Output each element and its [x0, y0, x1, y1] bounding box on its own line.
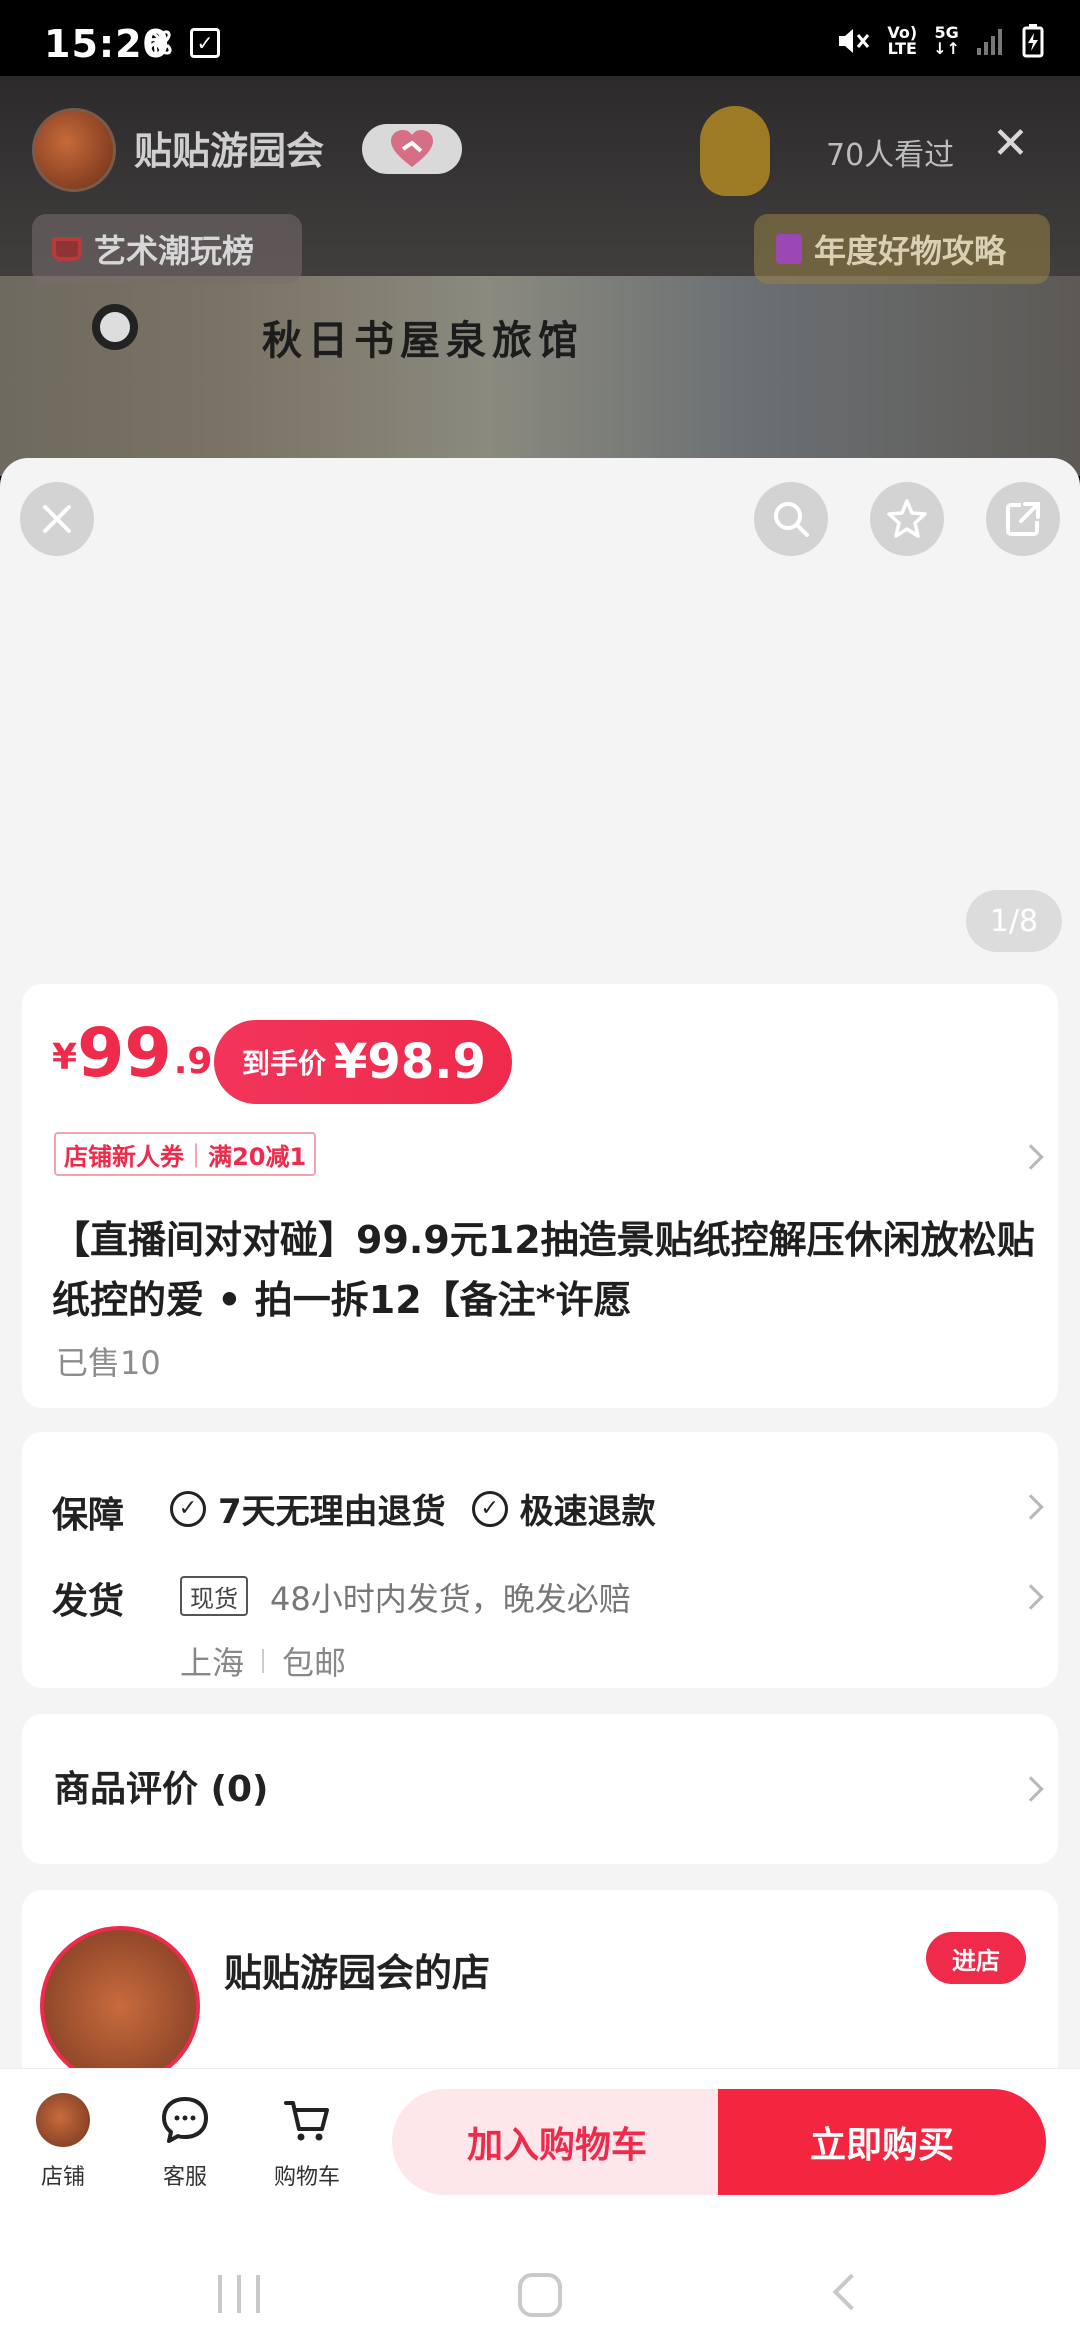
status-left-icons: ✓	[142, 26, 220, 60]
star-icon	[887, 499, 927, 538]
reviews-card[interactable]: 商品评价 (0)	[22, 1714, 1058, 1864]
final-price-label: 到手价	[242, 1047, 327, 1080]
bag-badge-icon	[776, 234, 802, 264]
sold-count: 已售10	[56, 1344, 161, 1382]
shopping-cart-icon	[284, 2101, 329, 2141]
guarantee-row[interactable]: ✓ 7天无理由退货 ✓ 极速退款	[170, 1484, 656, 1533]
close-sheet-button[interactable]	[20, 482, 94, 556]
rubber-duck-image	[700, 106, 770, 196]
shipping-location: 上海 包邮	[180, 1638, 346, 1684]
system-navigation-bar	[0, 2265, 1080, 2325]
share-icon	[1006, 502, 1040, 536]
stock-tag: 现货	[180, 1576, 248, 1616]
chevron-right-icon[interactable]	[1018, 1584, 1044, 1610]
search-button[interactable]	[754, 482, 828, 556]
follow-button[interactable]	[362, 124, 462, 174]
favorite-button[interactable]	[870, 482, 944, 556]
heart-icon	[391, 130, 433, 167]
back-icon[interactable]	[832, 2273, 870, 2311]
product-sheet: 1/8 ¥ 99 .9 到手价 ¥98.9 店铺新人券 | 满20减1 【直播间…	[0, 458, 1080, 2340]
service-card: 保障 ✓ 7天无理由退货 ✓ 极速退款 发货 现货 48小时内发货，晚发必赔 上…	[22, 1432, 1058, 1688]
price-decimal: .9	[173, 1041, 213, 1082]
customer-service-button[interactable]: 客服	[130, 2093, 240, 2191]
shop-nav-label: 店铺	[40, 2165, 85, 2190]
shop-name[interactable]: 贴贴游园会的店	[224, 1942, 490, 1997]
status-bar: 15:20 ✓ Vo) LTE 5G ↓↑	[0, 0, 1080, 76]
price-integer: 99	[77, 1014, 172, 1093]
price: ¥ 99 .9	[52, 1020, 212, 1088]
recents-icon[interactable]	[218, 2275, 260, 2313]
panda-image	[92, 304, 138, 350]
postage: 包邮	[282, 1644, 347, 1682]
coupon-badge[interactable]: 店铺新人券 | 满20减1	[54, 1132, 317, 1176]
host-avatar[interactable]	[32, 108, 116, 192]
coupon-divider: |	[192, 1140, 201, 1168]
add-to-cart-button[interactable]: 加入购物车	[392, 2089, 722, 2195]
chevron-right-icon[interactable]	[1018, 1494, 1044, 1520]
pinwheel-icon	[146, 30, 172, 56]
home-icon[interactable]	[518, 2273, 562, 2317]
signal-icon	[977, 29, 1002, 55]
volte-bottom-text: LTE	[887, 39, 917, 58]
divider	[262, 1649, 265, 1673]
viewer-count: 70人看过	[826, 138, 955, 173]
poster-text: 秋日书屋泉旅馆	[262, 317, 584, 364]
enter-shop-button[interactable]: 进店	[926, 1932, 1026, 1984]
host-name[interactable]: 贴贴游园会	[134, 120, 324, 175]
shipping-promise: 48小时内发货，晚发必赔	[270, 1580, 631, 1618]
price-card: ¥ 99 .9 到手价 ¥98.9 店铺新人券 | 满20减1 【直播间对对碰】…	[22, 984, 1058, 1408]
cart-badge-icon	[52, 237, 82, 261]
image-counter: 1/8	[966, 890, 1062, 952]
ship-origin: 上海	[180, 1644, 245, 1682]
battery-charging-icon	[1022, 24, 1044, 58]
status-right-icons: Vo) LTE 5G ↓↑	[835, 24, 1044, 58]
reviews-label: 商品评价 (0)	[54, 1769, 269, 1810]
shop-nav-button[interactable]: 店铺	[8, 2093, 118, 2191]
volte-indicator: Vo) LTE	[887, 25, 917, 57]
checkbox-notification-icon: ✓	[190, 28, 220, 58]
close-icon	[43, 505, 71, 533]
guarantee-label: 保障	[52, 1495, 125, 1536]
chat-bubble-icon	[162, 2097, 208, 2143]
close-live-icon[interactable]: ✕	[992, 122, 1029, 166]
check-circle-icon: ✓	[170, 1490, 206, 1527]
network-type-indicator: 5G ↓↑	[933, 25, 960, 57]
coupon-type: 店铺新人券	[64, 1142, 184, 1171]
shipping-label: 发货	[52, 1581, 125, 1622]
check-circle-icon: ✓	[471, 1490, 508, 1527]
price-currency: ¥	[52, 1037, 78, 1078]
share-button[interactable]	[986, 482, 1060, 556]
chevron-right-icon[interactable]	[1018, 1144, 1044, 1170]
chevron-right-icon	[1018, 1776, 1044, 1802]
coupon-rule: 满20减1	[208, 1142, 307, 1171]
guarantee-return: 7天无理由退货	[218, 1492, 446, 1532]
product-title: 【直播间对对碰】99.9元12抽造景贴纸控解压休闲放松贴纸控的爱 • 拍一拆12…	[52, 1218, 1035, 1322]
cart-nav-label: 购物车	[273, 2165, 340, 2190]
bottom-action-bar: 店铺 客服 购物车 加入购物车 立即购买	[0, 2068, 1080, 2340]
mute-icon	[839, 29, 870, 53]
customer-service-label: 客服	[162, 2165, 207, 2190]
guide-tag-label: 年度好物攻略	[814, 232, 1007, 270]
shop-avatar-icon	[36, 2093, 90, 2147]
sticker-poster-image	[0, 276, 1080, 476]
search-icon	[774, 502, 809, 537]
data-arrows-icon: ↓↑	[933, 39, 960, 58]
buy-now-button[interactable]: 立即购买	[718, 2089, 1046, 2195]
ranking-tag[interactable]: 艺术潮玩榜	[32, 214, 302, 284]
final-price-value: ¥98.9	[334, 1034, 486, 1090]
guide-tag[interactable]: 年度好物攻略	[754, 214, 1050, 284]
shop-avatar[interactable]	[40, 1926, 200, 2086]
guarantee-refund: 极速退款	[519, 1492, 656, 1532]
ranking-tag-label: 艺术潮玩榜	[94, 232, 255, 270]
cart-nav-button[interactable]: 购物车	[252, 2093, 362, 2191]
final-price-badge: 到手价 ¥98.9	[214, 1020, 512, 1104]
